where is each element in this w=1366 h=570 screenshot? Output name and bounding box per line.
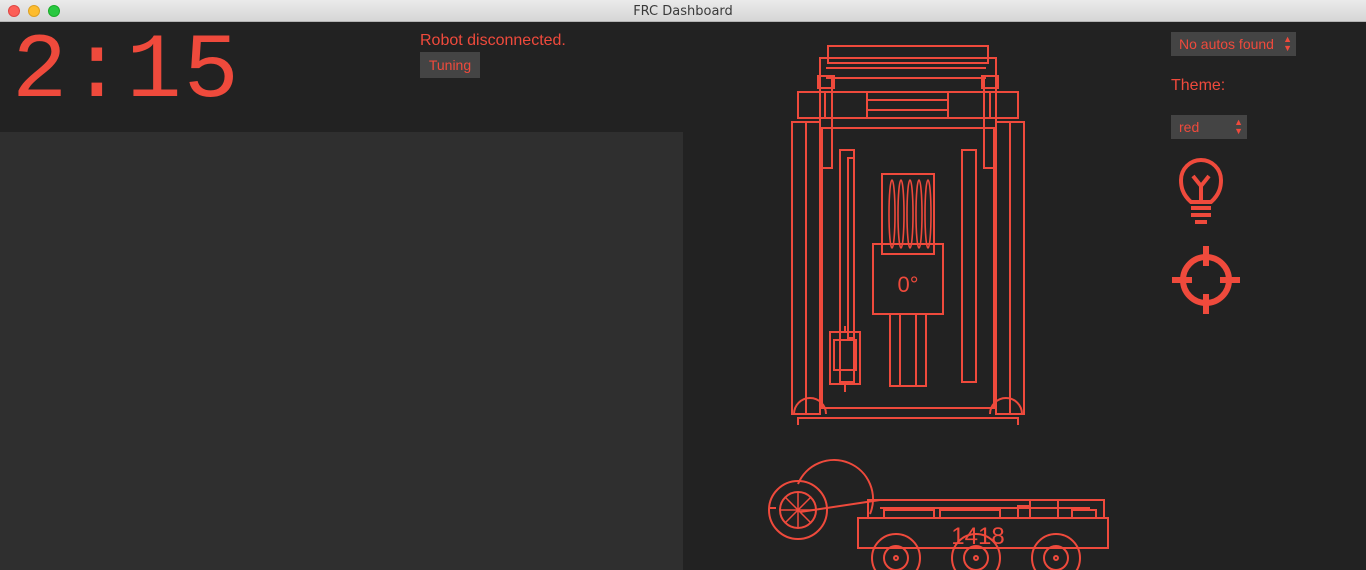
robot-angle: 0° <box>897 272 918 297</box>
robot-diagram: 0° <box>791 45 1025 425</box>
robot-status: Robot disconnected. <box>420 32 566 49</box>
robot-side-diagram: 1418 <box>768 459 1109 570</box>
auto-select[interactable]: No autos found ▲ ▼ <box>1171 32 1296 56</box>
select-arrows-icon: ▲ ▼ <box>1234 117 1243 136</box>
crosshair-icon[interactable] <box>1170 244 1242 316</box>
select-arrows-icon: ▲ ▼ <box>1283 34 1292 53</box>
theme-select[interactable]: red ▲ ▼ <box>1171 115 1247 139</box>
camera-feed <box>0 132 683 570</box>
theme-select-value: red <box>1179 119 1200 135</box>
tuning-button[interactable]: Tuning <box>420 52 480 78</box>
team-number: 1418 <box>951 523 1004 550</box>
auto-select-value: No autos found <box>1179 36 1274 52</box>
lightbulb-icon[interactable] <box>1178 156 1224 226</box>
theme-label: Theme: <box>1171 77 1226 94</box>
window-title: FRC Dashboard <box>633 4 733 19</box>
match-timer: 2:15 <box>12 19 241 124</box>
dashboard: 2:15 Robot disconnected. Tuning 0° 1418 … <box>0 22 1366 570</box>
